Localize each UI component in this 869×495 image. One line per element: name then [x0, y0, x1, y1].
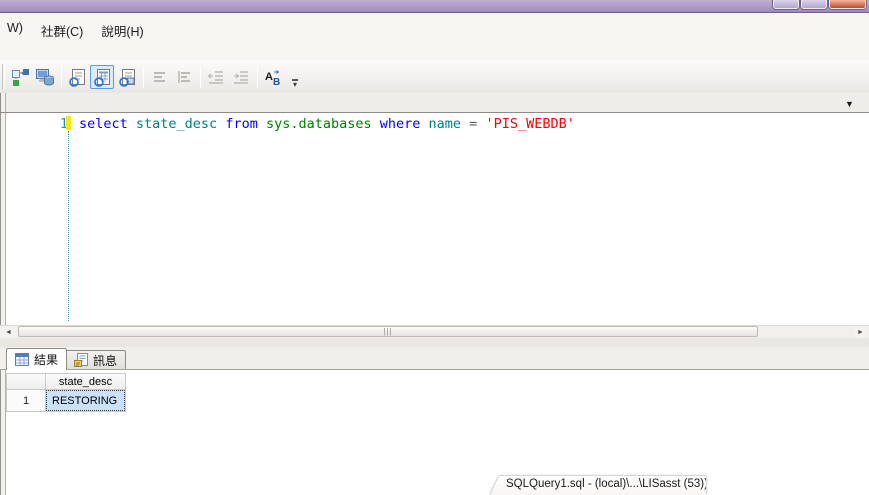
- template-parameters-icon: A B: [264, 68, 283, 87]
- toolbar-separator: [200, 66, 201, 88]
- scroll-left-arrow[interactable]: ◄: [2, 326, 15, 338]
- scroll-right-arrow[interactable]: ►: [854, 326, 867, 338]
- grid-row-number[interactable]: 1: [6, 389, 46, 412]
- increase-indent-button[interactable]: [229, 65, 253, 89]
- toolbar-separator: [143, 66, 144, 88]
- sql-token-column: state_desc: [135, 116, 226, 132]
- tab-strip-border: [0, 112, 869, 113]
- sql-token-column: name: [428, 116, 470, 132]
- client-statistics-icon: [11, 68, 30, 87]
- svg-text:B: B: [273, 77, 280, 87]
- tab-list-dropdown[interactable]: ▼: [845, 99, 854, 109]
- results-to-file-icon: [118, 68, 137, 87]
- grid-corner-header[interactable]: [6, 373, 46, 390]
- messages-icon: [74, 353, 88, 367]
- tracking-dotted-line: [68, 131, 69, 321]
- messages-tab-label: 訊息: [93, 353, 118, 368]
- title-bar: [0, 0, 869, 13]
- sql-token-system-object: sys.databases: [265, 116, 380, 132]
- client-statistics-button[interactable]: [8, 65, 32, 89]
- toolbar-grip[interactable]: [2, 64, 5, 89]
- svg-text:A: A: [265, 71, 273, 83]
- increase-indent-icon: [232, 68, 251, 87]
- sql-code-line[interactable]: select state_desc from sys.databases whe…: [79, 116, 575, 132]
- minimize-button[interactable]: [773, 0, 799, 9]
- change-tracking-bar: [66, 116, 71, 130]
- decrease-indent-icon: [207, 68, 226, 87]
- toolbar-separator: [257, 66, 258, 88]
- menu-bar: W) 社群(C) 說明(H): [0, 13, 869, 60]
- tab-messages[interactable]: 訊息: [65, 350, 127, 370]
- results-tab-label: 結果: [34, 353, 59, 367]
- decrease-indent-button[interactable]: [204, 65, 228, 89]
- sql-token-string: 'PIS_WEBDB': [485, 116, 575, 132]
- tab-sqlquery1-active[interactable]: SQLQuery1.sql - (local)\...\LISasst (53)…: [490, 476, 706, 495]
- scrollbar-grip-icon: |||: [383, 326, 393, 336]
- sql-token-keyword: from: [225, 116, 266, 132]
- toolbar-overflow-button[interactable]: ▾: [288, 64, 302, 90]
- close-button[interactable]: [829, 0, 866, 9]
- tuning-advisor-icon: [35, 68, 55, 87]
- results-grid-icon: [15, 353, 29, 366]
- results-to-grid-icon: [93, 68, 112, 87]
- results-grid-area: state_desc 1 RESTORING: [6, 370, 869, 495]
- sql-token-operator: =: [469, 116, 486, 132]
- tab-results[interactable]: 結果: [6, 348, 68, 370]
- sql-token-keyword: select: [79, 116, 136, 132]
- chevron-down-icon: ▾: [292, 80, 297, 89]
- toolbar-separator: [61, 66, 62, 88]
- results-to-text-button[interactable]: [65, 65, 89, 89]
- results-tab-border: [0, 369, 869, 370]
- sql-editor[interactable]: 1 select state_desc from sys.databases w…: [6, 113, 869, 325]
- menu-item-window-partial[interactable]: W): [1, 19, 31, 39]
- results-to-grid-button[interactable]: [90, 65, 114, 89]
- comment-lines-icon: [150, 68, 169, 87]
- template-parameters-button[interactable]: A B: [261, 65, 285, 89]
- sql-token-keyword: where: [379, 116, 429, 132]
- tab-label: SQLQuery1.sql - (local)\...\LISasst (53)…: [506, 478, 706, 490]
- results-tab-bar: [0, 347, 869, 370]
- results-to-file-button[interactable]: [115, 65, 139, 89]
- menu-item-help[interactable]: 說明(H): [95, 19, 151, 39]
- tuning-advisor-button[interactable]: [33, 65, 57, 89]
- pane-splitter[interactable]: [0, 338, 869, 347]
- document-tab-strip: [0, 93, 869, 113]
- comment-lines-button[interactable]: [147, 65, 171, 89]
- uncomment-lines-button[interactable]: [172, 65, 196, 89]
- grid-cell-selected[interactable]: RESTORING: [45, 389, 126, 412]
- menu-item-community[interactable]: 社群(C): [35, 19, 91, 39]
- grid-column-header[interactable]: state_desc: [45, 373, 126, 390]
- results-to-text-icon: [68, 68, 87, 87]
- scrollbar-thumb[interactable]: |||: [18, 326, 758, 337]
- uncomment-lines-icon: [175, 68, 194, 87]
- maximize-button[interactable]: [801, 0, 827, 9]
